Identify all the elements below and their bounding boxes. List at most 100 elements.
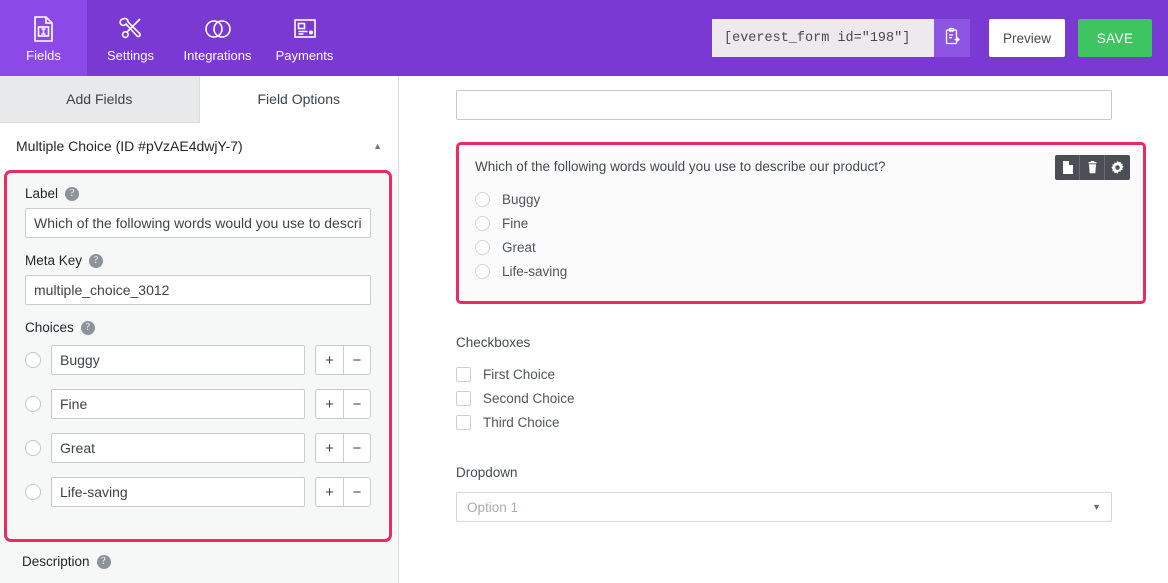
remove-choice-button[interactable]: − bbox=[343, 433, 371, 463]
preview-checkbox[interactable] bbox=[456, 414, 471, 430]
checkboxes-title: Checkboxes bbox=[456, 335, 531, 350]
preview-option-label: Fine bbox=[502, 215, 529, 231]
remove-choice-button[interactable]: − bbox=[343, 477, 371, 507]
tab-field-options[interactable]: Field Options bbox=[199, 76, 398, 123]
gear-icon[interactable] bbox=[1105, 155, 1130, 180]
clipboard-copy-icon bbox=[944, 27, 961, 49]
panel-tabs: Add Fields Field Options bbox=[0, 76, 398, 123]
label-field-text: Label bbox=[25, 186, 59, 201]
preview-checkbox-row: Second Choice bbox=[456, 386, 1140, 410]
meta-key-field-text: Meta Key bbox=[25, 253, 83, 268]
remove-choice-button[interactable]: − bbox=[343, 345, 371, 375]
choice-radio[interactable] bbox=[25, 440, 41, 456]
help-icon[interactable]: ? bbox=[89, 253, 104, 268]
add-choice-button[interactable]: + bbox=[315, 477, 343, 507]
preview-option-label: Great bbox=[502, 239, 536, 255]
add-choice-button[interactable]: + bbox=[315, 345, 343, 375]
shortcode-group bbox=[712, 19, 970, 57]
preview-checkbox[interactable] bbox=[456, 390, 471, 406]
label-field-label: Label ? bbox=[25, 186, 371, 201]
duplicate-icon[interactable] bbox=[1055, 155, 1080, 180]
payment-card-icon bbox=[291, 14, 319, 44]
multiple-choice-label: Which of the following words would you u… bbox=[475, 159, 886, 174]
nav-tab-payments-label: Payments bbox=[275, 48, 334, 63]
preview-checkbox-row: Third Choice bbox=[456, 410, 1140, 434]
preview-option-row: Buggy bbox=[475, 187, 1127, 211]
preview-button[interactable]: Preview bbox=[989, 19, 1065, 57]
nav-tab-payments[interactable]: Payments bbox=[261, 0, 348, 76]
tools-icon bbox=[117, 14, 145, 44]
dropdown-title: Dropdown bbox=[456, 465, 518, 480]
nav-tab-fields-label: Fields bbox=[26, 48, 61, 63]
nav-tab-settings-label: Settings bbox=[107, 48, 154, 63]
choice-actions: + − bbox=[315, 477, 371, 507]
choice-actions: + − bbox=[315, 433, 371, 463]
preview-checkbox-label: Third Choice bbox=[483, 414, 560, 430]
preview-option-label: Life-saving bbox=[502, 263, 568, 279]
choice-input[interactable] bbox=[51, 477, 305, 507]
field-options-panel: Add Fields Field Options Multiple Choice… bbox=[0, 76, 399, 583]
description-field-label: Description ? bbox=[0, 542, 398, 569]
field-toolbar bbox=[1055, 155, 1130, 180]
nav-tab-settings[interactable]: Settings bbox=[87, 0, 174, 76]
choice-radio[interactable] bbox=[25, 396, 41, 412]
dropdown-select[interactable]: Option 1 ▼ bbox=[456, 492, 1112, 522]
nav-tab-integrations[interactable]: Integrations bbox=[174, 0, 261, 76]
tab-add-fields[interactable]: Add Fields bbox=[0, 76, 200, 123]
choice-radio[interactable] bbox=[25, 352, 41, 368]
preview-option-row: Life-saving bbox=[475, 259, 1127, 283]
form-preview-panel: Which of the following words would you u… bbox=[400, 76, 1168, 583]
multiple-choice-preview-block[interactable]: Which of the following words would you u… bbox=[456, 142, 1146, 304]
choice-actions: + − bbox=[315, 345, 371, 375]
field-accordion-title: Multiple Choice (ID #pVzAE4dwjY-7) bbox=[16, 138, 243, 154]
dropdown-value: Option 1 bbox=[467, 499, 519, 515]
choice-row: + − bbox=[25, 477, 371, 507]
add-choice-button[interactable]: + bbox=[315, 389, 343, 419]
label-input[interactable] bbox=[25, 208, 371, 238]
help-icon[interactable]: ? bbox=[80, 320, 95, 335]
choice-radio[interactable] bbox=[25, 484, 41, 500]
choices-list: + − + − + − bbox=[25, 345, 371, 507]
preview-radio[interactable] bbox=[475, 239, 490, 255]
meta-key-field-label: Meta Key ? bbox=[25, 253, 371, 268]
choices-field-text: Choices bbox=[25, 320, 74, 335]
preview-checkbox[interactable] bbox=[456, 366, 471, 382]
chevron-down-icon[interactable]: ▼ bbox=[1092, 502, 1101, 512]
choice-input[interactable] bbox=[51, 433, 305, 463]
form-fields-icon bbox=[31, 14, 57, 44]
copy-shortcode-button[interactable] bbox=[934, 19, 970, 57]
preview-checkbox-label: Second Choice bbox=[483, 390, 575, 406]
choice-input[interactable] bbox=[51, 389, 305, 419]
preview-checkbox-label: First Choice bbox=[483, 366, 556, 382]
preview-text-input[interactable] bbox=[456, 90, 1112, 120]
meta-key-input[interactable] bbox=[25, 275, 371, 305]
help-icon[interactable]: ? bbox=[65, 186, 80, 201]
choice-row: + − bbox=[25, 389, 371, 419]
preview-checkbox-row: First Choice bbox=[456, 362, 1140, 386]
shortcode-input[interactable] bbox=[712, 19, 934, 57]
trash-icon[interactable] bbox=[1080, 155, 1105, 180]
add-choice-button[interactable]: + bbox=[315, 433, 343, 463]
choice-row: + − bbox=[25, 345, 371, 375]
preview-radio[interactable] bbox=[475, 263, 490, 279]
checkboxes-preview-block[interactable]: Checkboxes First Choice Second Choice Th… bbox=[456, 335, 1140, 434]
choice-input[interactable] bbox=[51, 345, 305, 375]
choice-actions: + − bbox=[315, 389, 371, 419]
field-accordion-header[interactable]: Multiple Choice (ID #pVzAE4dwjY-7) ▲ bbox=[0, 123, 398, 169]
field-options-highlight-box: Label ? Meta Key ? Choices ? + − bbox=[4, 170, 392, 542]
choice-row: + − bbox=[25, 433, 371, 463]
save-button[interactable]: SAVE bbox=[1078, 19, 1152, 57]
preview-option-row: Great bbox=[475, 235, 1127, 259]
preview-radio[interactable] bbox=[475, 215, 490, 231]
preview-option-label: Buggy bbox=[502, 191, 541, 207]
nav-tab-integrations-label: Integrations bbox=[183, 48, 252, 63]
dropdown-preview-block[interactable]: Dropdown Option 1 ▼ bbox=[456, 465, 1140, 522]
chevron-up-icon[interactable]: ▲ bbox=[373, 141, 382, 151]
preview-option-row: Fine bbox=[475, 211, 1127, 235]
toolbar-actions: Preview SAVE bbox=[712, 0, 1168, 76]
description-field-text: Description bbox=[22, 554, 90, 569]
remove-choice-button[interactable]: − bbox=[343, 389, 371, 419]
help-icon[interactable]: ? bbox=[96, 554, 111, 569]
nav-tab-fields[interactable]: Fields bbox=[0, 0, 87, 76]
preview-radio[interactable] bbox=[475, 191, 490, 207]
